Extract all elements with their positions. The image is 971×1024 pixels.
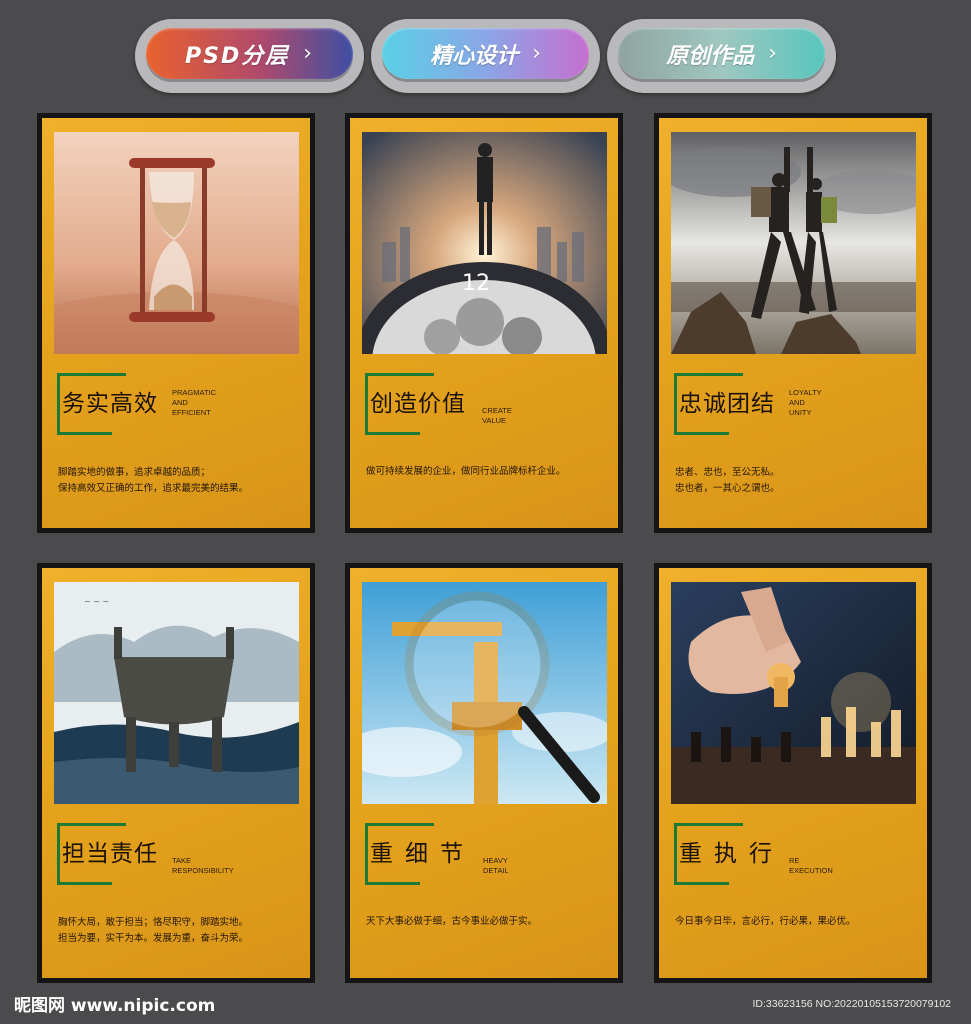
tag-label: 原创作品 (666, 43, 755, 69)
card-title: 重执行 (679, 841, 784, 867)
card-subtitle-en: PRAGMATIC AND EFFICIENT (172, 388, 217, 417)
card-description: 胸怀大局，敢于担当；恪尽职守，脚踏实地。 担当为要，实干为本。发展为重，奋斗为荣。 (58, 917, 249, 944)
card-subtitle-en: TAKE RESPONSIBILITY (172, 856, 234, 875)
tag-careful-design[interactable]: 精心设计 › (371, 19, 600, 93)
card-description: 今日事今日毕，言必行，行必果，果必优。 (675, 916, 856, 927)
poster-card[interactable]: ~ ~ ~ 担当责任 TAKE RESPONSIBILITY 胸怀大局，敢于担当；… (37, 563, 315, 983)
card-description: 脚踏实地的做事，追求卓越的品质； 保持高效又正确的工作，追求最完美的结果。 (58, 467, 249, 494)
chevron-right-icon: › (532, 41, 541, 66)
chevron-right-icon: › (768, 41, 777, 66)
card-title: 重细节 (370, 841, 475, 867)
hikers-photo (671, 132, 916, 354)
svg-text:~ ~ ~: ~ ~ ~ (84, 597, 109, 606)
poster-card[interactable]: 忠诚团结 LOYALTY AND UNITY 忠者、忠也，至公无私。 忠也者，一其心之… (654, 113, 932, 533)
tag-psd-layers-pill: PSD分层 › (146, 28, 353, 79)
image-id-text: ID:33623156 NO:20220105153720079102 (752, 998, 951, 1010)
clock-city-photo: 12 (362, 132, 607, 354)
card-title: 担当责任 (62, 841, 158, 867)
tag-label: 精心设计 (430, 43, 519, 69)
tag-careful-design-pill: 精心设计 › (382, 28, 589, 79)
magnifier-caliper-photo (362, 582, 607, 804)
card-subtitle-en: LOYALTY AND UNITY (789, 388, 822, 417)
svg-text:12: 12 (462, 271, 490, 296)
tag-original-work-pill: 原创作品 › (618, 28, 825, 79)
chess-hand-photo (671, 582, 916, 804)
poster-card[interactable]: 重执行 RE EXECUTION 今日事今日毕，言必行，行必果，果必优。 (654, 563, 932, 983)
tag-original-work[interactable]: 原创作品 › (607, 19, 836, 93)
card-description: 做可持续发展的企业，做同行业品牌标杆企业。 (366, 466, 566, 477)
chevron-right-icon: › (303, 41, 315, 66)
poster-card[interactable]: 重细节 HEAVY DETAIL 天下大事必做于细，古今事业必做于实。 (345, 563, 623, 983)
hourglass-photo (54, 132, 299, 354)
ancient-cauldron-photo: ~ ~ ~ (54, 582, 299, 804)
card-subtitle-en: RE EXECUTION (789, 856, 833, 875)
poster-card[interactable]: 务实高效 PRAGMATIC AND EFFICIENT 脚踏实地的做事，追求卓越的… (37, 113, 315, 533)
card-title: 务实高效 (62, 391, 158, 417)
tag-label: PSD分层 (184, 43, 290, 69)
card-title: 创造价值 (370, 391, 466, 417)
card-description: 天下大事必做于细，古今事业必做于实。 (366, 916, 538, 927)
card-title: 忠诚团结 (679, 391, 775, 417)
card-subtitle-en: HEAVY DETAIL (483, 856, 509, 875)
tag-psd-layers[interactable]: PSD分层 › (135, 19, 364, 93)
poster-card[interactable]: 12 创造价值 CREATE VALUE 做可持续发展的企业，做同行业品牌标杆企业… (345, 113, 623, 533)
card-description: 忠者、忠也，至公无私。 忠也者，一其心之谓也。 (675, 467, 780, 494)
card-subtitle-en: CREATE VALUE (482, 406, 512, 425)
nipic-watermark-logo: 昵图网 www.nipic.com (14, 996, 216, 1016)
